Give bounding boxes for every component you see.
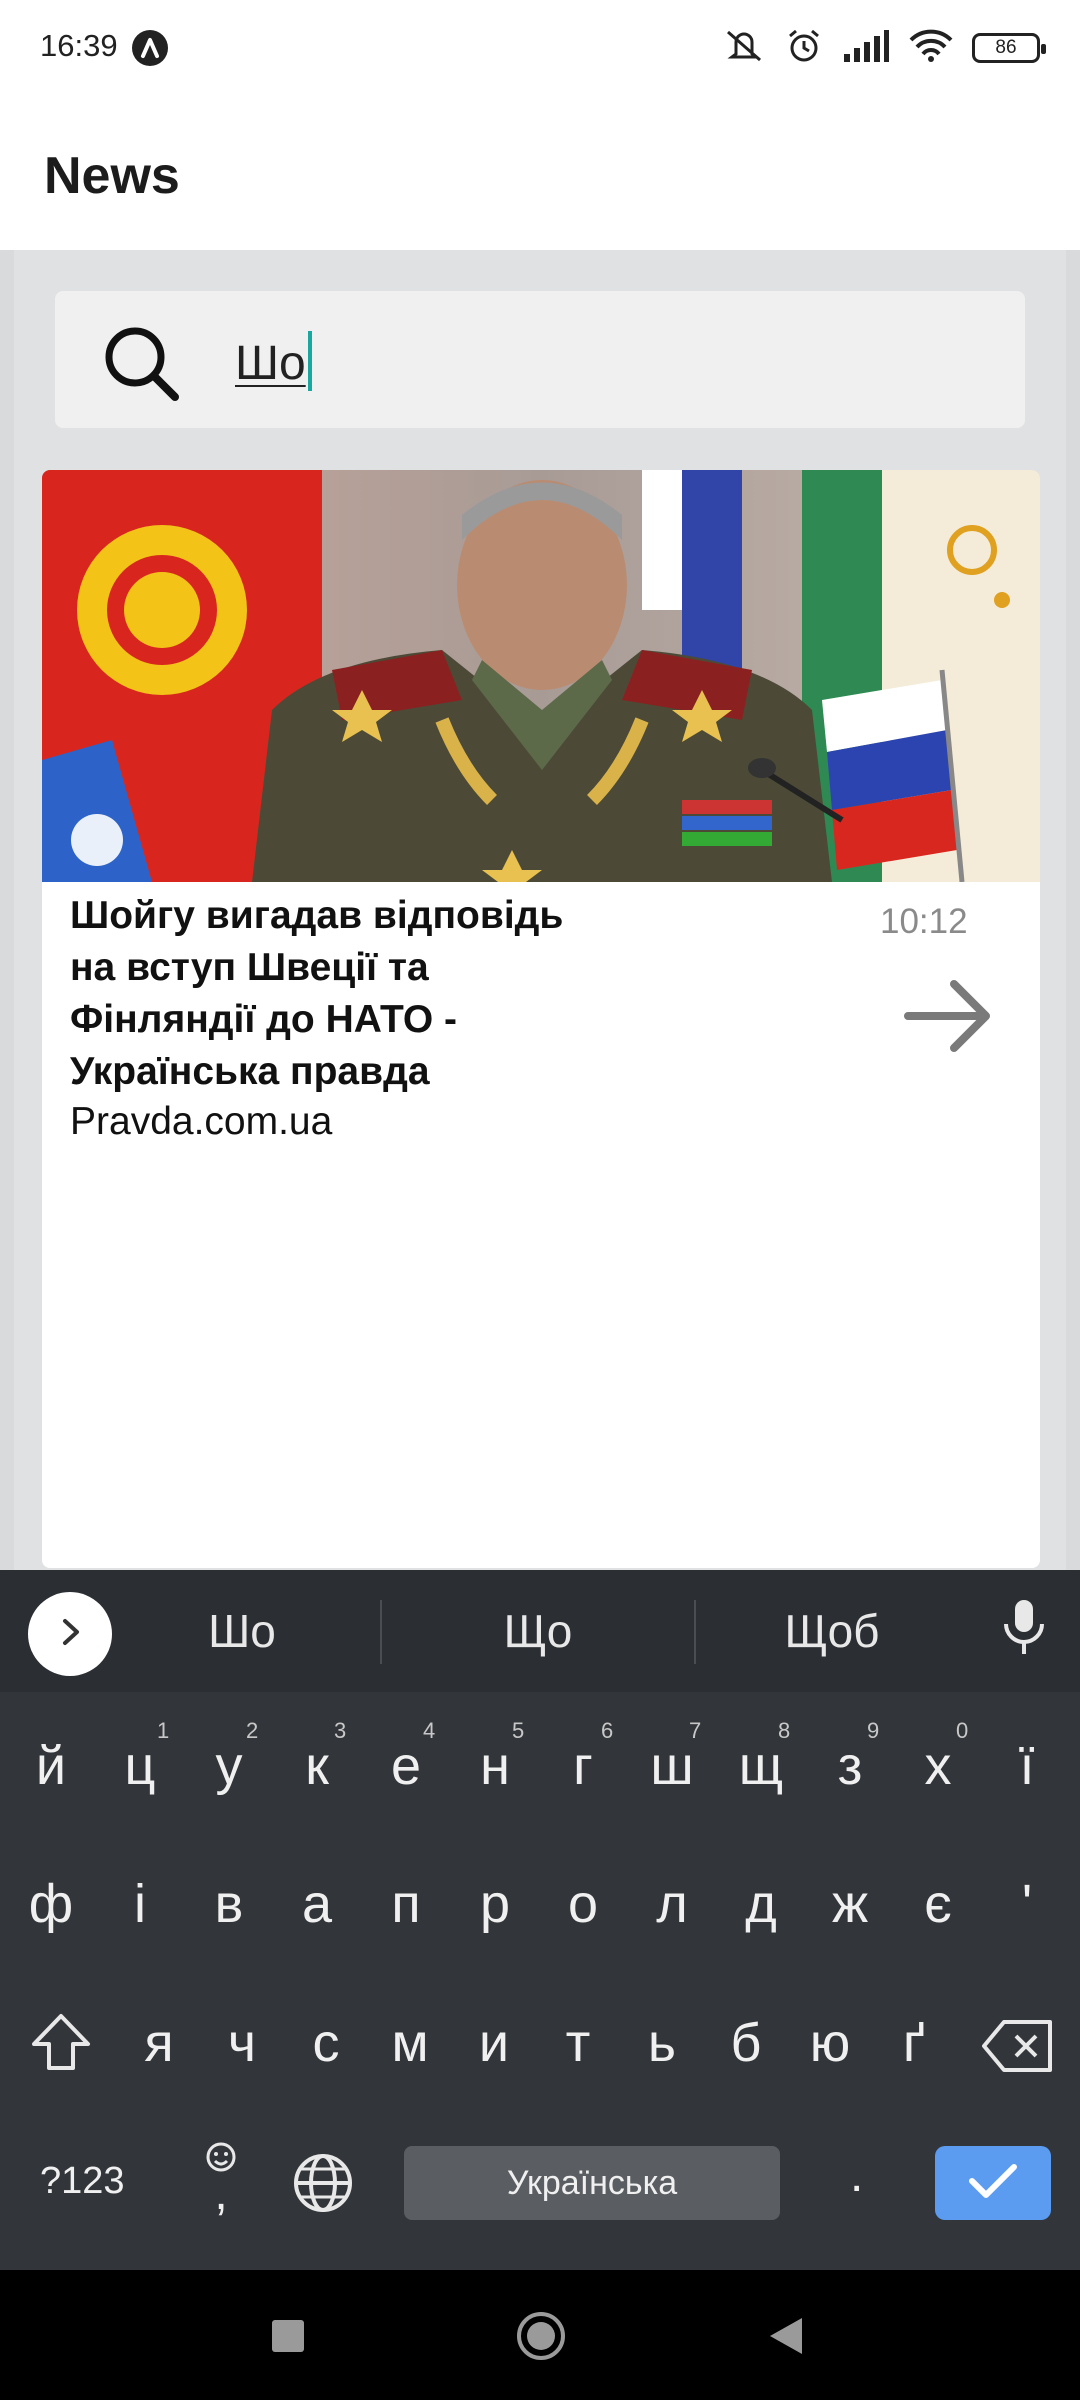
key[interactable]: я <box>115 2012 203 2074</box>
key[interactable]: т <box>534 2012 622 2074</box>
key-number-hint: 9 <box>867 1718 880 1743</box>
key[interactable]: к <box>273 1735 361 1797</box>
key-number-hint: 7 <box>689 1718 702 1743</box>
key[interactable]: р <box>451 1873 539 1935</box>
key[interactable]: ґ <box>870 2012 958 2074</box>
search-input-text[interactable]: Шо <box>235 331 312 391</box>
text-caret <box>307 331 312 391</box>
mute-icon <box>722 26 766 71</box>
search-icon[interactable] <box>99 321 183 410</box>
key[interactable]: в <box>185 1873 273 1935</box>
symbols-key[interactable]: ?123 <box>40 2160 125 2203</box>
arrow-right-icon[interactable] <box>900 968 996 1069</box>
globe-icon[interactable] <box>292 2152 354 2219</box>
space-key-label: Українська <box>506 2163 678 2202</box>
key[interactable]: ж <box>806 1873 894 1935</box>
key-number-hint: 3 <box>334 1718 347 1743</box>
backspace-icon[interactable] <box>980 2018 1056 2079</box>
page-title: News <box>44 147 180 205</box>
news-time: 10:12 <box>880 902 968 941</box>
suggestion-bar: Шо Що Щоб <box>0 1570 1080 1692</box>
key-number-hint: 1 <box>157 1718 170 1743</box>
key[interactable]: н <box>451 1735 539 1797</box>
key[interactable]: л <box>628 1873 716 1935</box>
search-field[interactable]: Шо <box>55 291 1025 428</box>
keyboard: Шо Що Щоб й ц у к е н г ш щ з х ї 1 2 3 … <box>0 1570 1080 2270</box>
key-number-hint: 5 <box>512 1718 525 1743</box>
enter-button[interactable] <box>935 2146 1051 2220</box>
key[interactable]: е <box>362 1735 450 1797</box>
period-key[interactable]: . <box>850 2148 863 2203</box>
suggestion-divider <box>694 1600 696 1664</box>
back-button[interactable] <box>766 2316 806 2361</box>
key[interactable]: і <box>96 1873 184 1935</box>
search-value: Шо <box>235 337 306 390</box>
news-card[interactable]: Шойгу вигадав відповідь на вступ Швеції … <box>42 470 1040 1568</box>
key-number-hint: 8 <box>778 1718 791 1743</box>
key[interactable]: а <box>273 1873 361 1935</box>
key[interactable]: ч <box>198 2012 286 2074</box>
key[interactable]: ц <box>96 1735 184 1797</box>
app-bar: News <box>0 96 1080 250</box>
suggestion-1[interactable]: Шо <box>142 1604 342 1658</box>
key[interactable]: у <box>185 1735 273 1797</box>
signal-icon <box>842 28 890 69</box>
wifi-icon <box>908 28 954 69</box>
emoji-comma-key[interactable]: , <box>196 2140 246 2220</box>
expand-toolbar-button[interactable] <box>28 1592 112 1676</box>
key[interactable]: з <box>806 1735 894 1797</box>
key-number-hint: 2 <box>246 1718 259 1743</box>
suggestion-divider <box>380 1600 382 1664</box>
key[interactable]: ю <box>786 2012 874 2074</box>
status-bar: 16:39 86 <box>0 0 1080 96</box>
key[interactable]: щ <box>717 1735 805 1797</box>
key[interactable]: г <box>539 1735 627 1797</box>
key[interactable]: ш <box>628 1735 716 1797</box>
news-title[interactable]: Шойгу вигадав відповідь на вступ Швеції … <box>70 890 630 1098</box>
news-source: Pravda.com.ua <box>70 1100 333 1143</box>
home-button[interactable] <box>515 2310 567 2367</box>
status-time: 16:39 <box>40 28 118 63</box>
check-icon <box>967 2161 1019 2206</box>
shift-icon[interactable] <box>28 2010 94 2081</box>
space-key[interactable]: Українська <box>404 2146 780 2220</box>
suggestion-3[interactable]: Щоб <box>732 1604 932 1658</box>
key[interactable]: ь <box>618 2012 706 2074</box>
key[interactable]: о <box>539 1873 627 1935</box>
key[interactable]: ' <box>983 1873 1071 1935</box>
key[interactable]: п <box>362 1873 450 1935</box>
news-image <box>42 470 1040 882</box>
recents-button[interactable] <box>270 2318 306 2359</box>
alarm-icon <box>784 26 824 71</box>
key[interactable]: м <box>366 2012 454 2074</box>
key[interactable]: й <box>7 1735 95 1797</box>
key[interactable]: х <box>894 1735 982 1797</box>
key[interactable]: д <box>717 1873 805 1935</box>
key[interactable]: ф <box>7 1873 95 1935</box>
key[interactable]: и <box>450 2012 538 2074</box>
key[interactable]: є <box>894 1873 982 1935</box>
microphone-icon[interactable] <box>1000 1598 1048 1663</box>
key-number-hint: 4 <box>423 1718 436 1743</box>
key-number-hint: 6 <box>601 1718 614 1743</box>
key-number-hint: 0 <box>956 1718 969 1743</box>
battery-icon: 86 <box>972 33 1046 63</box>
comma-label: , <box>214 2167 228 2220</box>
navigation-bar <box>0 2270 1080 2400</box>
suggestion-2[interactable]: Що <box>438 1604 638 1658</box>
chevron-right-icon <box>53 1615 87 1654</box>
key[interactable]: б <box>702 2012 790 2074</box>
key[interactable]: ї <box>983 1735 1071 1797</box>
key[interactable]: с <box>282 2012 370 2074</box>
app-notification-icon <box>132 30 168 66</box>
